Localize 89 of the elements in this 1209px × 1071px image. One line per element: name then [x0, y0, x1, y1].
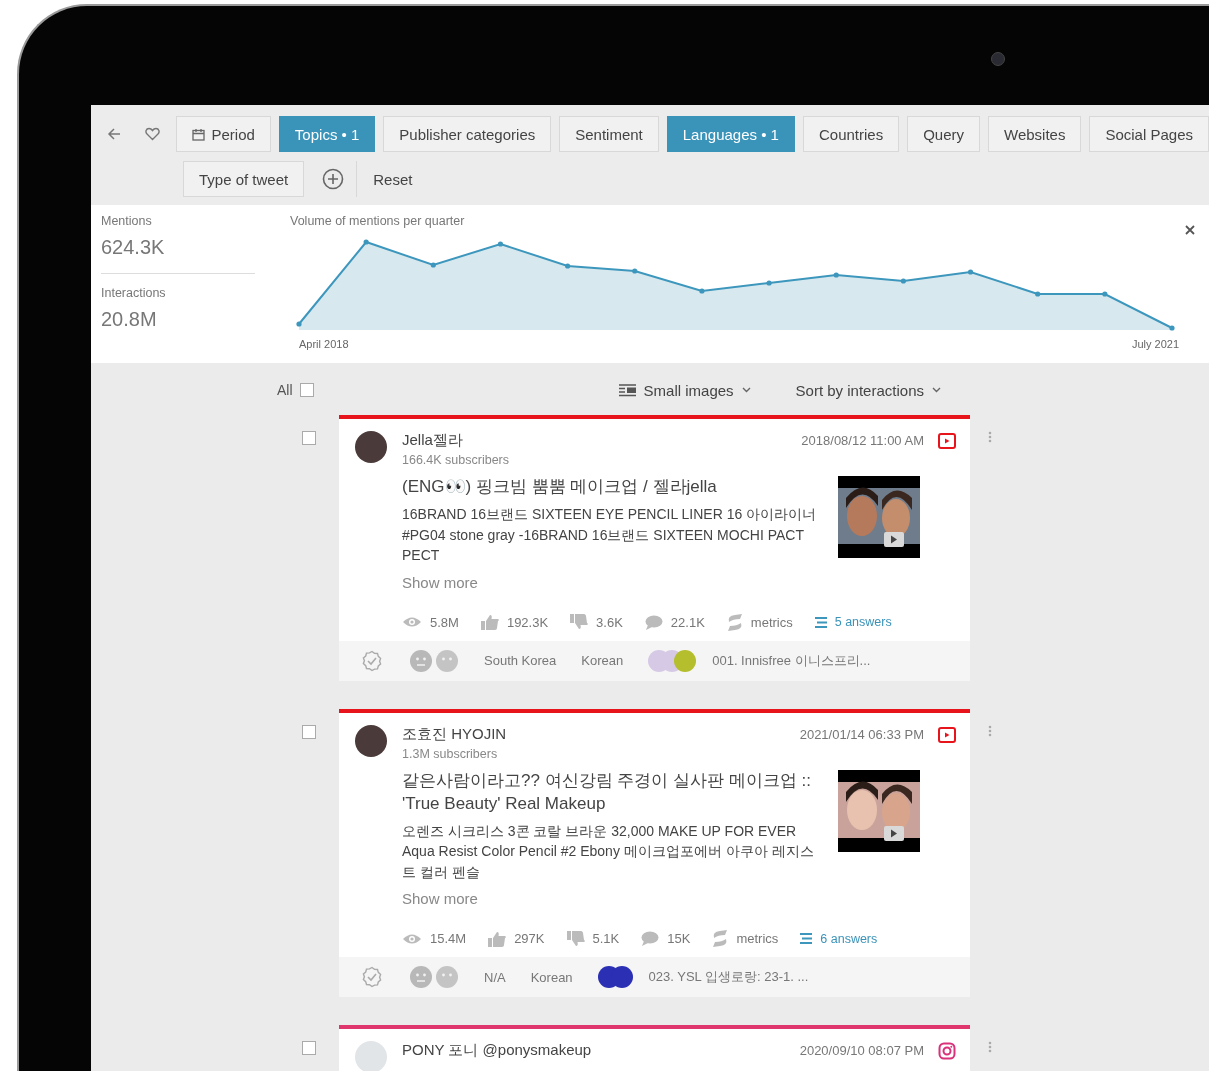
caret-icon [932, 387, 941, 393]
metrics-icon [712, 930, 729, 947]
avatar [355, 1041, 387, 1071]
metric-value: metrics [736, 931, 779, 946]
topic-label: 023. YSL 입생로랑: 23-1. ... [648, 968, 809, 986]
close-icon[interactable] [1185, 225, 1195, 235]
metric-value: 15K [667, 931, 691, 946]
country-label: N/A [484, 969, 506, 985]
youtube-icon [938, 725, 956, 744]
author-name[interactable]: PONY 포니 @ponysmakeup [402, 1041, 800, 1060]
filter-button[interactable]: Social Pages [1089, 116, 1209, 152]
answers-link[interactable]: 5 answers [814, 615, 892, 629]
metric-value: 22.1K [670, 614, 705, 630]
list-icon [814, 616, 827, 628]
filter-button[interactable]: Period [175, 116, 271, 152]
country-label: South Korea [484, 653, 557, 668]
comment-icon [644, 614, 663, 630]
blank-face-icon[interactable] [436, 966, 458, 988]
metric-value: 5.8M [430, 614, 459, 630]
list-view-icon [618, 383, 636, 397]
post-date: 2021/01/14 06:33 PM [799, 726, 924, 742]
show-more-link[interactable]: Show more [402, 890, 478, 907]
language-label: Korean [530, 969, 573, 985]
post-text: 16BRAND 16브랜드 SIXTEEN EYE PENCIL LINER 16 아이라이너 #PG04 stone gray -16BRAND 16브랜드 SIXTEEN MOCHI PACT PECT [402, 505, 818, 565]
select-all-checkbox[interactable] [299, 383, 314, 397]
filter-button[interactable]: Websites [988, 116, 1082, 152]
post-title[interactable]: 같은사람이라고?? 여신강림 주경이 실사판 메이크업 :: 'True Beauty' Real Makeup [402, 768, 820, 815]
thumbs-down-icon [570, 614, 589, 630]
youtube-icon [938, 432, 956, 450]
thumbs-down-icon [566, 930, 585, 947]
axis-label: April 2018 [299, 338, 349, 350]
instagram-icon [938, 1042, 956, 1060]
filter-button[interactable]: Type of tweet [183, 161, 305, 197]
post-checkbox[interactable] [302, 724, 316, 739]
stat-value: 624.3K [101, 236, 166, 259]
author-name[interactable]: Jella젤라 [402, 431, 802, 450]
post-date: 2018/08/12 11:00 AM [801, 433, 924, 448]
reset-button[interactable]: Reset [357, 170, 429, 188]
post-text: 오렌즈 시크리스 3콘 코랄 브라운 32,000 MAKE UP FOR EVER Aqua Resist Color Pencil #2 Ebony 메이크업포에버 아쿠아 레지스트 컬러 펜슬 [402, 821, 815, 882]
metric-value: metrics [750, 614, 793, 630]
more-options-icon[interactable] [988, 431, 992, 443]
blank-face-icon[interactable] [436, 649, 458, 672]
neutral-face-icon[interactable] [410, 966, 432, 988]
metric-value: 5.1K [592, 931, 620, 946]
stat-value: 20.8M [101, 308, 158, 331]
neutral-face-icon[interactable] [410, 649, 432, 672]
verified-badge-icon[interactable] [361, 649, 383, 672]
eye-icon [402, 932, 422, 945]
answers-link[interactable]: 6 answers [800, 931, 878, 946]
filter-button[interactable]: Publisher categories [383, 116, 552, 152]
select-all-label: All [277, 382, 293, 398]
metric-value: 3.6K [596, 614, 623, 630]
eye-icon [402, 616, 422, 628]
camera-icon [991, 52, 1005, 66]
verified-badge-icon[interactable] [361, 966, 383, 988]
post-title[interactable]: (ENG👀) 핑크빔 뿜뿜 메이크업 / 젤라jella [402, 475, 820, 498]
language-label: Korean [581, 653, 624, 668]
more-options-icon[interactable] [988, 724, 992, 737]
metrics-icon [726, 613, 743, 631]
avatar [355, 724, 387, 757]
stat-label: Interactions [101, 286, 167, 300]
metric-value: 297K [514, 931, 545, 946]
calendar-icon [191, 127, 205, 141]
axis-label: July 2021 [1131, 338, 1179, 350]
more-options-icon[interactable] [988, 1041, 992, 1053]
add-filter-icon[interactable] [322, 168, 345, 190]
list-icon [800, 933, 813, 944]
post-date: 2020/09/10 08:07 PM [799, 1043, 924, 1058]
thumbs-up-icon [488, 930, 507, 947]
sort-dropdown[interactable]: Sort by interactions [795, 381, 941, 399]
author-name[interactable]: 조효진 HYOJIN [402, 724, 800, 744]
stat-label: Mentions [101, 214, 153, 228]
avatar [355, 431, 387, 463]
show-more-link[interactable]: Show more [402, 573, 478, 591]
filter-button[interactable]: Countries [802, 116, 900, 152]
metric-value: 192.3K [506, 614, 549, 630]
topic-label: 001. Innisfree 이니스프리... [712, 651, 871, 670]
subscriber-count: 1.3M subscribers [402, 746, 499, 761]
filter-button[interactable]: Query [907, 116, 980, 152]
post-checkbox[interactable] [302, 431, 316, 445]
chart-title: Volume of mentions per quarter [290, 214, 466, 228]
comment-icon [641, 931, 660, 946]
post-checkbox[interactable] [302, 1041, 316, 1055]
filter-button[interactable]: Sentiment [559, 116, 659, 152]
view-dropdown[interactable]: Small images [618, 381, 751, 399]
metric-value: 15.4M [430, 931, 467, 946]
caret-icon [741, 387, 751, 393]
subscriber-count: 166.4K subscribers [402, 453, 510, 467]
thumbs-up-icon [480, 614, 499, 630]
